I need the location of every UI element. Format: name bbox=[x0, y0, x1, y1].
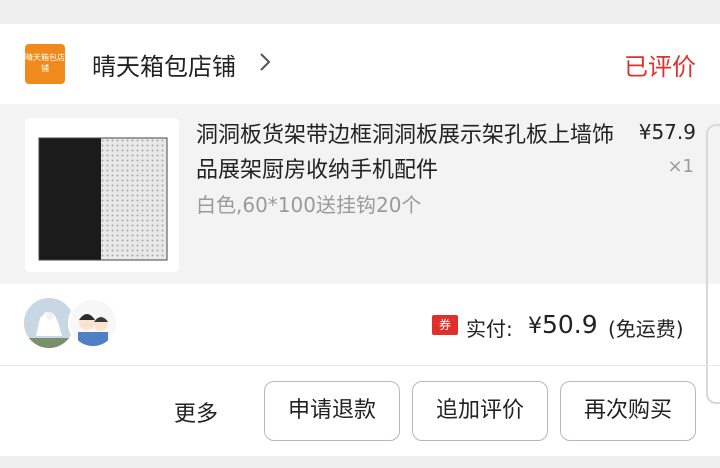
horse-avatar-icon bbox=[24, 298, 74, 348]
avatar bbox=[24, 298, 74, 348]
product-spec: 白色,60*100送挂钩20个 bbox=[196, 193, 422, 217]
action-bar: 更多 申请退款 追加评价 再次购买 bbox=[0, 366, 720, 456]
product-price: ¥57.9 bbox=[638, 120, 696, 144]
product-thumbnail[interactable] bbox=[25, 118, 179, 272]
shop-header[interactable]: 晴天箱包店铺 晴天箱包店铺 已评价 bbox=[0, 24, 720, 104]
avatar bbox=[68, 298, 118, 348]
shop-name[interactable]: 晴天箱包店铺 bbox=[92, 47, 236, 82]
product-quantity: ×1 bbox=[667, 156, 694, 177]
rebuy-button[interactable]: 再次购买 bbox=[560, 381, 696, 441]
order-card: 晴天箱包店铺 晴天箱包店铺 已评价 洞洞板货架带边框洞洞板展示架孔板上墙饰品展架… bbox=[0, 24, 720, 456]
cartoon-avatar-icon bbox=[70, 300, 116, 346]
chevron-right-icon[interactable] bbox=[256, 51, 274, 73]
order-item[interactable]: 洞洞板货架带边框洞洞板展示架孔板上墙饰品展架厨房收纳手机配件 白色,60*100… bbox=[0, 104, 720, 284]
payment-summary: 券 实付: ¥50.9 (免运费) bbox=[0, 284, 720, 366]
product-title[interactable]: 洞洞板货架带边框洞洞板展示架孔板上墙饰品展架厨房收纳手机配件 bbox=[196, 118, 616, 188]
shop-logo: 晴天箱包店铺 bbox=[25, 44, 65, 84]
shipping-note: (免运费) bbox=[608, 317, 684, 341]
pegboard-image bbox=[38, 137, 168, 261]
paid-amount: ¥50.9 bbox=[528, 310, 598, 339]
amount-value: 50.9 bbox=[542, 310, 598, 339]
paid-label: 实付: bbox=[466, 317, 513, 341]
refund-button[interactable]: 申请退款 bbox=[264, 381, 400, 441]
more-button[interactable]: 更多 bbox=[174, 396, 218, 428]
order-status: 已评价 bbox=[624, 53, 696, 81]
currency-symbol: ¥ bbox=[528, 314, 542, 339]
coupon-badge: 券 bbox=[432, 315, 458, 335]
add-review-button[interactable]: 追加评价 bbox=[412, 381, 548, 441]
